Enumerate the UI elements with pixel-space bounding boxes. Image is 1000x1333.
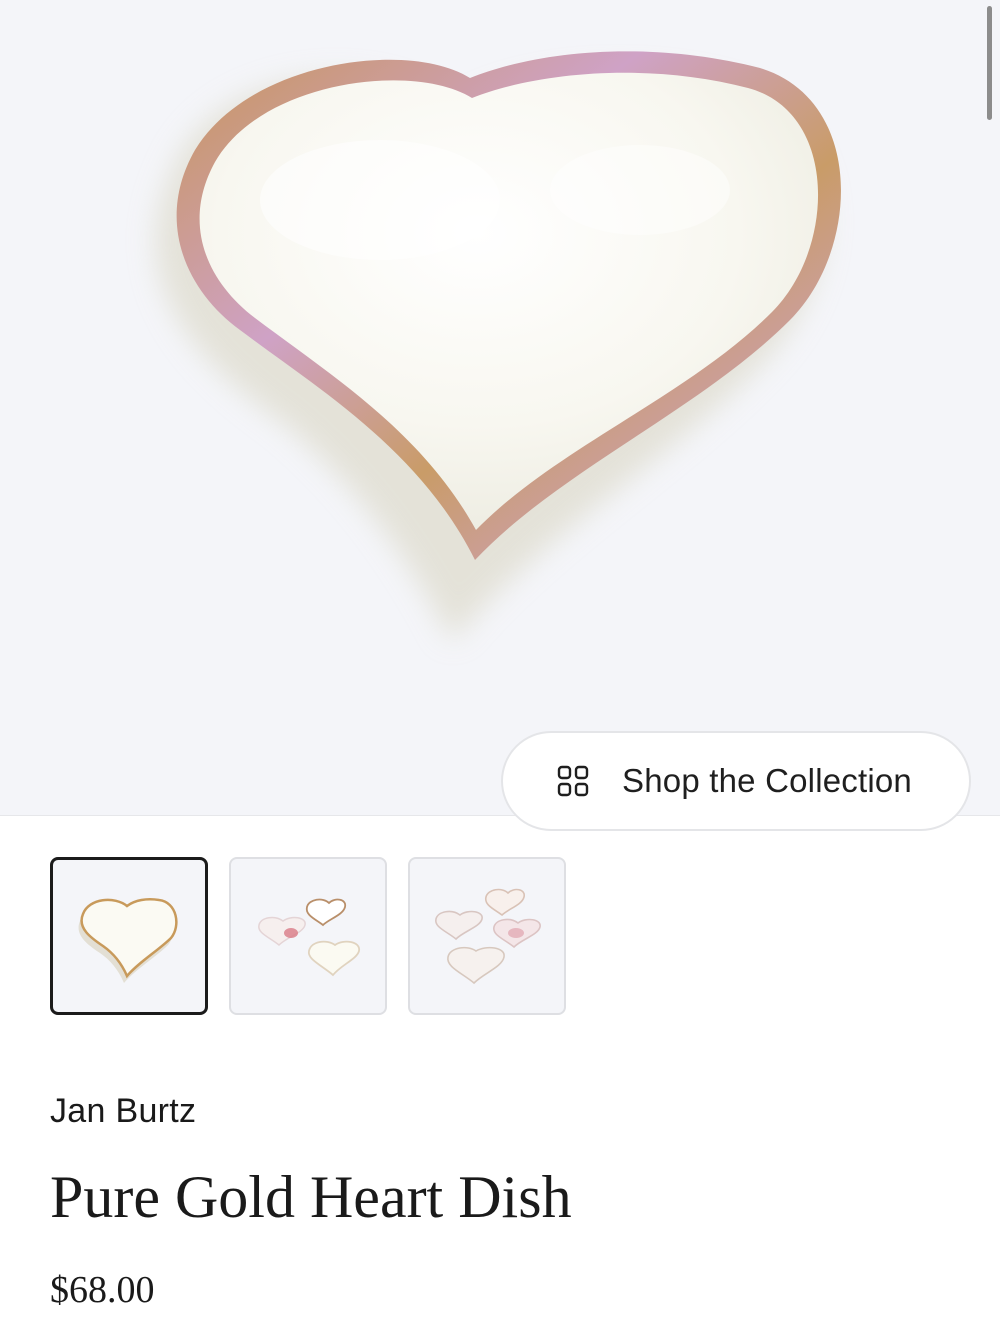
product-price: $68.00 <box>50 1269 155 1311</box>
thumbnail-three-hearts[interactable] <box>229 857 387 1015</box>
product-page: Shop the Collection Jan Burtz Pure Gold … <box>0 0 1000 1333</box>
heart-dish-image <box>155 51 841 643</box>
thumbnail-four-hearts[interactable] <box>408 857 566 1015</box>
shop-the-collection-button[interactable]: Shop the Collection <box>501 731 971 831</box>
scrollbar[interactable] <box>987 6 992 120</box>
product-hero-image[interactable] <box>0 0 1000 815</box>
grid-icon <box>557 765 589 797</box>
thumbnail-strip <box>50 857 587 1015</box>
product-title: Pure Gold Heart Dish <box>50 1164 572 1230</box>
shop-the-collection-label: Shop the Collection <box>622 762 912 799</box>
thumbnail-single-heart[interactable] <box>50 857 208 1015</box>
product-brand[interactable]: Jan Burtz <box>50 1092 196 1131</box>
